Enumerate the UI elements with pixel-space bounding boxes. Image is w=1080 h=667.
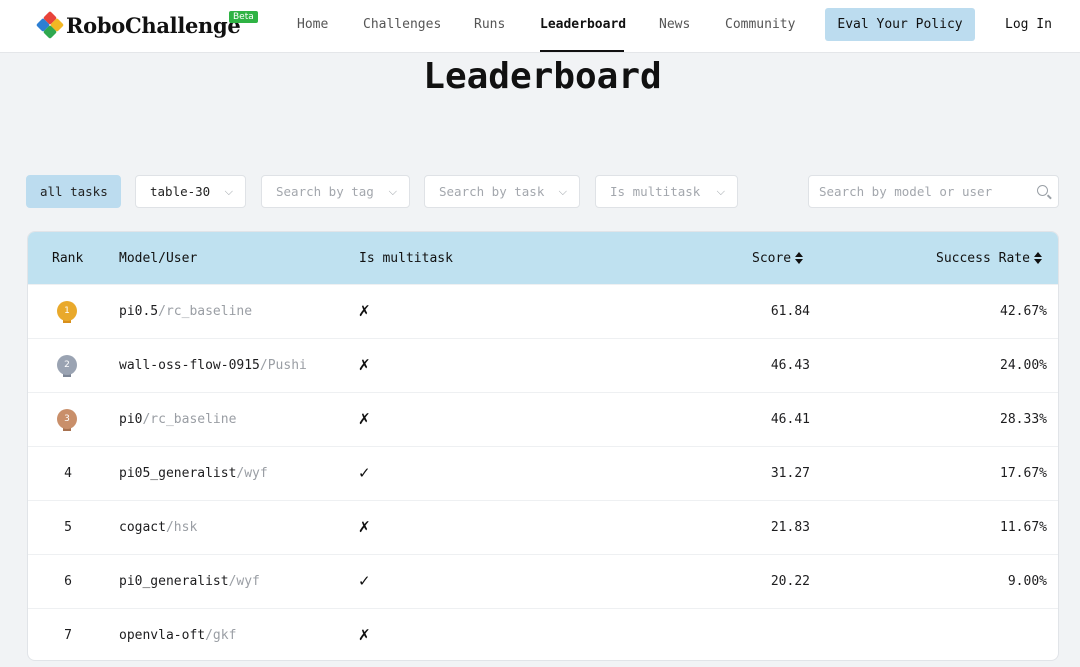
nav-news[interactable]: News xyxy=(659,17,690,32)
score-cell: 46.41 xyxy=(770,412,810,427)
silver-medal-icon: 2 xyxy=(57,355,77,377)
success-rate-cell: 11.67% xyxy=(1000,520,1047,535)
active-nav-indicator xyxy=(540,50,624,52)
table-select-value: table-30 xyxy=(150,184,211,199)
task-search-placeholder: Search by task xyxy=(439,184,545,199)
header-success-rate[interactable]: Success Rate xyxy=(936,251,1042,266)
model-user-search-input[interactable]: Search by model or user xyxy=(808,175,1059,208)
multitask-select[interactable]: Is multitask ⌵ xyxy=(595,175,738,208)
model-user-cell[interactable]: pi0.5/rc_baseline xyxy=(119,304,252,319)
tag-search-placeholder: Search by tag xyxy=(276,184,374,199)
score-cell: 20.22 xyxy=(770,574,810,589)
multitask-check-icon: ✓ xyxy=(358,464,371,482)
table-row[interactable]: 7 openvla-oft/gkf ✗ xyxy=(28,608,1058,660)
sort-icon xyxy=(1033,251,1042,264)
rank-cell: 4 xyxy=(64,466,72,481)
model-user-search-placeholder: Search by model or user xyxy=(819,184,993,199)
all-tasks-label: all tasks xyxy=(40,184,108,199)
model-user-cell[interactable]: wall-oss-flow-0915/Pushi xyxy=(119,358,307,373)
multitask-cross-icon: ✗ xyxy=(358,518,371,536)
success-rate-cell: 9.00% xyxy=(1007,574,1047,589)
score-cell: 31.27 xyxy=(770,466,810,481)
nav-community[interactable]: Community xyxy=(725,17,795,32)
nav-runs[interactable]: Runs xyxy=(474,17,505,32)
table-row[interactable]: 5 cogact/hsk ✗ 21.83 11.67% xyxy=(28,500,1058,555)
search-icon xyxy=(1037,185,1048,196)
chevron-down-icon: ⌵ xyxy=(224,185,233,198)
success-rate-cell: 24.00% xyxy=(1000,358,1047,373)
success-rate-cell: 42.67% xyxy=(1000,304,1047,319)
header-score[interactable]: Score xyxy=(752,251,804,266)
login-link[interactable]: Log In xyxy=(1005,17,1052,32)
brand-name: RoboChallenge xyxy=(66,12,241,38)
table-row[interactable]: 1 pi0.5/rc_baseline ✗ 61.84 42.67% xyxy=(28,284,1058,339)
rank-cell: 6 xyxy=(64,574,72,589)
brand-logo[interactable]: RoboChallenge xyxy=(35,10,241,40)
model-user-cell[interactable]: cogact/hsk xyxy=(119,520,197,535)
multitask-placeholder: Is multitask xyxy=(610,184,701,199)
header-success-rate-label: Success Rate xyxy=(936,251,1030,266)
table-select[interactable]: table-30 ⌵ xyxy=(135,175,246,208)
multitask-cross-icon: ✗ xyxy=(358,356,371,374)
table-row[interactable]: 6 pi0_generalist/wyf ✓ 20.22 9.00% xyxy=(28,554,1058,609)
score-cell: 61.84 xyxy=(770,304,810,319)
header-model-user: Model/User xyxy=(119,251,198,266)
bronze-medal-icon: 3 xyxy=(57,409,77,431)
header-score-label: Score xyxy=(752,251,792,266)
success-rate-cell: 17.67% xyxy=(1000,466,1047,481)
sort-icon xyxy=(795,251,804,264)
table-row[interactable]: 3 pi0/rc_baseline ✗ 46.41 28.33% xyxy=(28,392,1058,447)
model-user-cell[interactable]: pi0_generalist/wyf xyxy=(119,574,260,589)
multitask-cross-icon: ✗ xyxy=(358,626,371,644)
header-rank: Rank xyxy=(52,251,84,266)
beta-badge: Beta xyxy=(229,11,258,23)
multitask-check-icon: ✓ xyxy=(358,572,371,590)
rank-cell: 7 xyxy=(64,628,72,643)
multitask-cross-icon: ✗ xyxy=(358,410,371,428)
gold-medal-icon: 1 xyxy=(57,301,77,323)
robochallenge-logo-icon xyxy=(35,10,65,40)
multitask-cross-icon: ✗ xyxy=(358,302,371,320)
eval-your-policy-button[interactable]: Eval Your Policy xyxy=(825,8,975,41)
model-user-cell[interactable]: openvla-oft/gkf xyxy=(119,628,236,643)
nav-challenges[interactable]: Challenges xyxy=(363,17,441,32)
top-navbar: RoboChallenge Beta Home Challenges Runs … xyxy=(0,0,1080,53)
model-user-cell[interactable]: pi0/rc_baseline xyxy=(119,412,236,427)
leaderboard-table: Rank Model/User Is multitask Score Succe… xyxy=(27,231,1059,661)
all-tasks-button[interactable]: all tasks xyxy=(26,175,121,208)
rank-cell: 5 xyxy=(64,520,72,535)
table-row[interactable]: 2 wall-oss-flow-0915/Pushi ✗ 46.43 24.00… xyxy=(28,338,1058,393)
chevron-down-icon: ⌵ xyxy=(388,185,397,198)
model-user-cell[interactable]: pi05_generalist/wyf xyxy=(119,466,268,481)
nav-home[interactable]: Home xyxy=(297,17,328,32)
page-title: Leaderboard xyxy=(423,56,662,97)
score-cell: 21.83 xyxy=(770,520,810,535)
tag-search-select[interactable]: Search by tag ⌵ xyxy=(261,175,410,208)
nav-leaderboard[interactable]: Leaderboard xyxy=(540,17,626,32)
score-cell: 46.43 xyxy=(770,358,810,373)
chevron-down-icon: ⌵ xyxy=(558,185,567,198)
success-rate-cell: 28.33% xyxy=(1000,412,1047,427)
chevron-down-icon: ⌵ xyxy=(716,185,725,198)
task-search-select[interactable]: Search by task ⌵ xyxy=(424,175,580,208)
table-row[interactable]: 4 pi05_generalist/wyf ✓ 31.27 17.67% xyxy=(28,446,1058,501)
header-is-multitask: Is multitask xyxy=(359,251,453,266)
table-header: Rank Model/User Is multitask Score Succe… xyxy=(28,232,1058,284)
